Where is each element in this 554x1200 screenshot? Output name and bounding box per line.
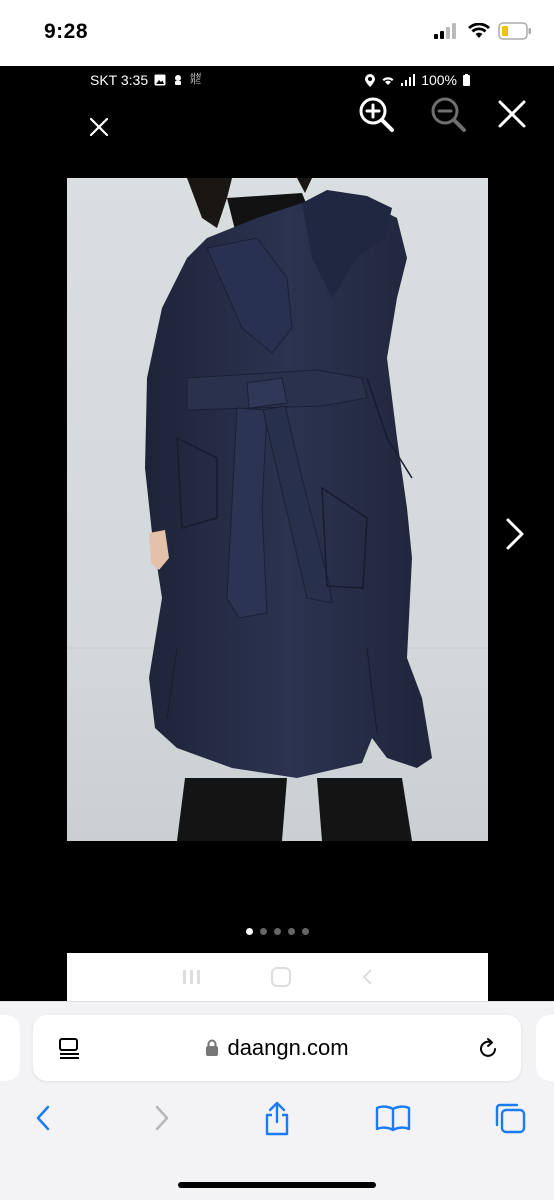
close-icon[interactable] xyxy=(84,112,114,142)
pagination-dot-5[interactable] xyxy=(301,928,309,935)
android-carrier-time: SKT 3:35 xyxy=(90,72,149,88)
battery-icon xyxy=(498,22,531,40)
gallery-icon xyxy=(154,74,166,86)
pagination-dot-4[interactable] xyxy=(287,928,295,935)
reload-icon[interactable] xyxy=(475,1036,501,1062)
pagination-dot-3[interactable] xyxy=(273,928,281,935)
share-icon xyxy=(265,1101,289,1136)
safari-toolbar xyxy=(0,1098,554,1144)
ios-status-bar: 9:28 xyxy=(0,0,554,66)
android-wifi-icon xyxy=(382,77,394,85)
location-icon xyxy=(365,73,376,87)
android-signal-icon xyxy=(401,74,416,86)
pagination-dots xyxy=(0,928,554,935)
coat-model-image xyxy=(67,178,488,841)
url-text: daangn.com xyxy=(227,1035,349,1060)
next-tab-peek[interactable] xyxy=(536,1015,554,1081)
screenshot-nav-strip xyxy=(67,953,488,1001)
book-icon xyxy=(375,1105,411,1132)
pagination-dot-2[interactable] xyxy=(259,928,267,935)
close-viewer-icon[interactable] xyxy=(494,96,530,132)
tabs-button[interactable] xyxy=(490,1098,530,1138)
bookmarks-button[interactable] xyxy=(373,1098,413,1138)
product-photo xyxy=(67,178,488,841)
screenshot-status-bar: SKT 3:35 삼성 카드 100% xyxy=(90,72,470,88)
lock-icon xyxy=(206,1039,219,1056)
zoom-out-icon[interactable] xyxy=(428,94,468,134)
android-battery-text: 100% xyxy=(421,72,457,88)
zoom-in-icon[interactable] xyxy=(356,94,396,134)
cellular-signal-icon xyxy=(434,23,456,39)
samsung-card-label: 삼성 카드 xyxy=(190,74,202,86)
home-indicator[interactable] xyxy=(178,1182,376,1188)
back-arrow-icon xyxy=(36,1105,50,1131)
previous-tab-peek[interactable] xyxy=(0,1015,20,1081)
back-chevron-icon xyxy=(362,969,372,985)
tabs-icon xyxy=(495,1103,526,1134)
status-time: 9:28 xyxy=(44,20,89,43)
back-button[interactable] xyxy=(23,1098,63,1138)
address-bar[interactable]: daangn.com xyxy=(33,1015,521,1081)
android-battery-icon xyxy=(463,74,470,86)
recent-apps-icon xyxy=(182,970,200,984)
next-image-icon[interactable] xyxy=(500,514,530,554)
wifi-icon xyxy=(468,23,490,38)
forward-arrow-icon xyxy=(155,1105,169,1131)
forward-button[interactable] xyxy=(142,1098,182,1138)
share-button[interactable] xyxy=(257,1098,297,1138)
pagination-dot-1[interactable] xyxy=(245,928,253,935)
app-notification-icon xyxy=(175,75,182,85)
image-viewer: SKT 3:35 삼성 카드 100% xyxy=(0,66,554,1001)
home-square-icon xyxy=(271,967,292,987)
safari-chrome: daangn.com xyxy=(0,1001,554,1200)
status-icons xyxy=(434,22,532,40)
